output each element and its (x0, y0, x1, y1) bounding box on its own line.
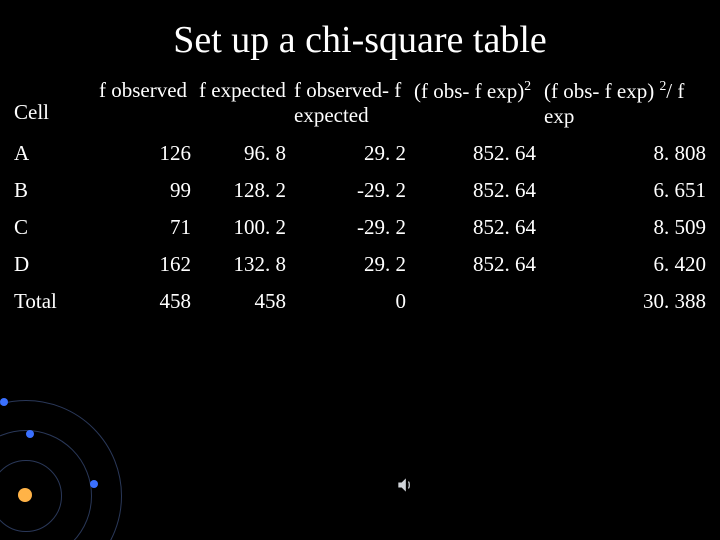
header-fobserved: f observed (95, 72, 195, 135)
table-row: D 162 132. 8 29. 2 852. 64 6. 420 (10, 246, 710, 283)
nucleus-icon (18, 488, 32, 502)
table-row: C 71 100. 2 -29. 2 852. 64 8. 509 (10, 209, 710, 246)
header-squared-text: (f obs- f exp) (414, 79, 524, 103)
header-fexpected: f expected (195, 72, 290, 135)
sound-icon[interactable] (395, 475, 415, 495)
cell-value: 852. 64 (410, 246, 540, 283)
data-table: Cell f observed f expected f observed- f… (10, 72, 710, 320)
table-row-total: Total 458 458 0 30. 388 (10, 283, 710, 320)
cell-label: C (10, 209, 95, 246)
header-diff: f observed- f expected (290, 72, 410, 135)
cell-value: 99 (95, 172, 195, 209)
cell-value: 458 (95, 283, 195, 320)
cell-value: 852. 64 (410, 209, 540, 246)
cell-value: 29. 2 (290, 246, 410, 283)
header-squared: (f obs- f exp)2 (410, 72, 540, 135)
cell-value: 0 (290, 283, 410, 320)
cell-value: -29. 2 (290, 209, 410, 246)
slide: Set up a chi-square table Cell f observe… (0, 0, 720, 540)
orbit-ring-icon (0, 430, 92, 540)
electron-icon (26, 430, 34, 438)
orbit-ring-icon (0, 460, 62, 532)
cell-value: 128. 2 (195, 172, 290, 209)
cell-value: 458 (195, 283, 290, 320)
cell-value: 852. 64 (410, 135, 540, 172)
cell-value: 162 (95, 246, 195, 283)
cell-value: 29. 2 (290, 135, 410, 172)
cell-value (410, 283, 540, 320)
cell-value: 126 (95, 135, 195, 172)
header-row: Cell f observed f expected f observed- f… (10, 72, 710, 135)
cell-value: 6. 651 (540, 172, 710, 209)
cell-value: 100. 2 (195, 209, 290, 246)
table-row: A 126 96. 8 29. 2 852. 64 8. 808 (10, 135, 710, 172)
cell-value: 30. 388 (540, 283, 710, 320)
orbit-ring-icon (0, 400, 122, 540)
page-title: Set up a chi-square table (0, 0, 720, 72)
header-squared-sup: 2 (524, 78, 531, 93)
cell-value: 96. 8 (195, 135, 290, 172)
cell-value: 852. 64 (410, 172, 540, 209)
cell-label: Total (10, 283, 95, 320)
cell-label: A (10, 135, 95, 172)
table-row: B 99 128. 2 -29. 2 852. 64 6. 651 (10, 172, 710, 209)
cell-value: 8. 509 (540, 209, 710, 246)
atom-decoration (0, 320, 160, 540)
chi-square-table: Cell f observed f expected f observed- f… (0, 72, 720, 320)
cell-value: 71 (95, 209, 195, 246)
header-contrib-text: (f obs- f exp) (544, 79, 659, 103)
cell-value: -29. 2 (290, 172, 410, 209)
cell-label: B (10, 172, 95, 209)
cell-value: 6. 420 (540, 246, 710, 283)
header-cell: Cell (10, 72, 95, 135)
cell-value: 132. 8 (195, 246, 290, 283)
header-contrib: (f obs- f exp) 2/ f exp (540, 72, 710, 135)
cell-value: 8. 808 (540, 135, 710, 172)
electron-icon (0, 398, 8, 406)
electron-icon (90, 480, 98, 488)
cell-label: D (10, 246, 95, 283)
